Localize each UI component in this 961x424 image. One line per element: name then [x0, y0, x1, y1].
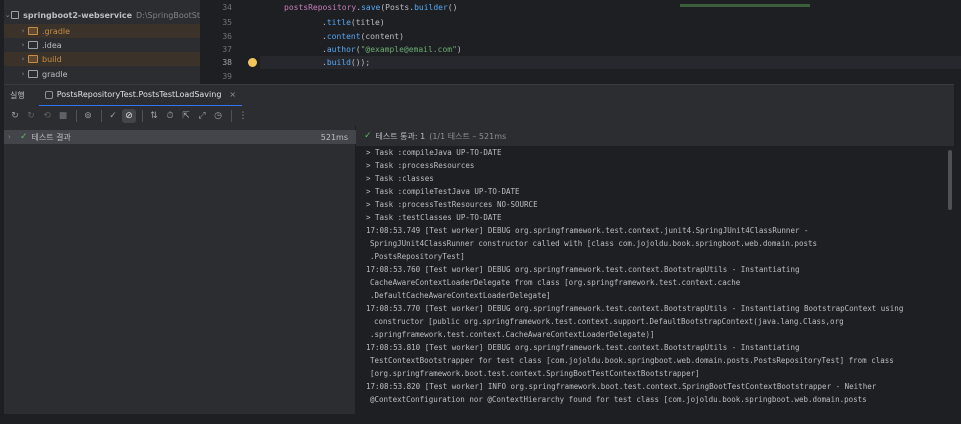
no-entry-icon[interactable]: ⊘: [122, 109, 136, 123]
sort-alpha-icon[interactable]: ⇅: [147, 109, 161, 123]
stop-icon[interactable]: ■: [56, 109, 70, 123]
run-title: 실행: [10, 91, 25, 100]
console-line: 17:08:53.749 [Test worker] DEBUG org.spr…: [366, 226, 809, 235]
line-number: 38: [222, 58, 232, 67]
history-icon[interactable]: ◷: [211, 109, 225, 123]
folder-icon: [11, 11, 20, 19]
console-line: > Task :compileJava UP-TO-DATE: [366, 148, 502, 157]
test-result-label: 테스트 결과: [31, 132, 71, 142]
console-line: constructor [public org.springframework.…: [374, 317, 844, 326]
lightbulb-icon[interactable]: [248, 58, 257, 67]
tree-item-gradle-cache[interactable]: › .gradle: [4, 24, 200, 38]
close-icon[interactable]: ×: [229, 90, 236, 99]
toolbar-divider: [101, 110, 102, 122]
tab-label: PostsRepositoryTest.PostsTestLoadSaving: [56, 90, 222, 99]
chevron-right-icon[interactable]: ›: [18, 27, 28, 35]
test-tree-panel: › ✓ 테스트 결과 521ms: [4, 126, 356, 414]
console-line: > Task :processResources: [366, 161, 475, 170]
toolbar-divider: [142, 110, 143, 122]
test-config-icon: [44, 90, 53, 99]
test-result-row[interactable]: › ✓ 테스트 결과 521ms: [4, 130, 356, 144]
expand-icon[interactable]: ⤢: [195, 109, 209, 123]
code-line: .author("@example@email.com"): [322, 45, 462, 54]
tree-item-label: .idea: [42, 40, 62, 50]
tree-view-icon[interactable]: ⊚: [81, 109, 95, 123]
check-icon: ✓: [20, 132, 28, 142]
console-line: > Task :testClasses UP-TO-DATE: [366, 213, 502, 222]
collapse-icon[interactable]: ⇱: [179, 109, 193, 123]
check-icon[interactable]: ✓: [106, 109, 120, 123]
tests-summary: (1/1 테스트 – 521ms: [429, 131, 507, 141]
console-line: 17:08:53.810 [Test worker] DEBUG org.spr…: [366, 343, 800, 352]
tree-item-label: .gradle: [42, 26, 71, 36]
toolbar-divider: [76, 110, 77, 122]
bottom-strip: [0, 414, 961, 424]
tests-passed-label: 테스트 통과: 1: [375, 131, 426, 141]
run-tool-window-header: 실행 PostsRepositoryTest.PostsTestLoadSavi…: [4, 84, 954, 107]
line-number: 37: [222, 45, 232, 54]
run-toolbar: ↻ ↻ ⟲ ■ ⊚ ✓ ⊘ ⇅ ⏱ ⇱ ⤢ ◷ ⋮: [4, 106, 954, 126]
console-line: .DefaultCacheAwareContextLoaderDelegate]: [370, 291, 551, 300]
ide-top-area: ⌄ springboot2-webservice D:\SpringBootSt…: [0, 0, 961, 84]
project-tree: ⌄ springboot2-webservice D:\SpringBootSt…: [4, 0, 200, 84]
console-line: SpringJUnit4ClassRunner constructor call…: [370, 239, 818, 248]
console-line: 17:08:53.770 [Test worker] DEBUG org.spr…: [366, 304, 904, 313]
code-editor[interactable]: 34 35 36 37 38 39 postsRepository.save(P…: [200, 0, 961, 84]
code-line: .content(content): [322, 32, 404, 41]
console-line: > Task :classes: [366, 174, 434, 183]
chevron-right-icon[interactable]: ›: [18, 41, 28, 49]
folder-icon: [28, 27, 38, 35]
editor-gutter: 34 35 36 37 38 39: [200, 0, 260, 84]
console-lines: > Task :compileJava UP-TO-DATE > Task :pr…: [366, 146, 954, 406]
console-output[interactable]: > Task :compileJava UP-TO-DATE > Task :pr…: [356, 146, 954, 414]
console-scrollbar[interactable]: [948, 150, 952, 210]
console-line: @ContextConfiguration nor @ContextHierar…: [370, 395, 867, 404]
project-root-label: springboot2-webservice: [23, 10, 132, 20]
console-line: 17:08:53.820 [Test worker] INFO org.spri…: [366, 382, 877, 391]
code-line: .title(title): [322, 18, 385, 27]
chevron-down-icon[interactable]: ⌄: [4, 11, 11, 19]
console-line: > Task :processTestResources NO-SOURCE: [366, 200, 538, 209]
folder-icon: [28, 70, 38, 78]
console-line: .springframework.test.context.CacheAware…: [370, 330, 655, 339]
line-number: 36: [222, 32, 232, 41]
tree-item-label: build: [42, 54, 62, 64]
line-number: 35: [222, 18, 232, 27]
console-status-bar: ✓ 테스트 통과: 1 (1/1 테스트 – 521ms: [356, 126, 954, 146]
tab-run-config[interactable]: PostsRepositoryTest.PostsTestLoadSaving …: [38, 85, 243, 107]
console-line: TestContextBootstrapper for test class […: [370, 356, 894, 365]
tree-item-idea[interactable]: › .idea: [4, 38, 200, 52]
console-line: [org.springframework.boot.test.context.S…: [370, 369, 700, 378]
toggle-auto-test-icon[interactable]: ⟲: [40, 109, 54, 123]
tree-item-gradle[interactable]: › gradle: [4, 67, 200, 81]
check-icon: ✓: [364, 131, 372, 141]
project-root-path: D:\SpringBootSt: [136, 10, 200, 20]
sort-duration-icon[interactable]: ⏱: [163, 109, 177, 123]
test-result-duration: 521ms: [320, 132, 348, 142]
folder-icon: [28, 55, 38, 63]
line-number: 34: [222, 3, 232, 12]
console-line: CacheAwareContextLoaderDelegate from cla…: [370, 278, 741, 287]
tree-item-label: gradle: [42, 69, 68, 79]
rerun-icon[interactable]: ↻: [8, 109, 22, 123]
console-line: > Task :compileTestJava UP-TO-DATE: [366, 187, 520, 196]
console-line: .PostsRepositoryTest]: [370, 252, 465, 261]
chevron-right-icon[interactable]: ›: [18, 70, 28, 78]
chevron-right-icon[interactable]: ›: [18, 55, 28, 63]
right-edge: [954, 84, 961, 414]
code-line-current: .build());: [260, 56, 961, 69]
tree-item-build[interactable]: › build: [4, 52, 200, 66]
line-number: 39: [222, 72, 232, 81]
code-line: postsRepository.save(Posts.builder(): [284, 3, 458, 12]
console-line: 17:08:53.760 [Test worker] DEBUG org.spr…: [366, 265, 800, 274]
chevron-right-icon[interactable]: ›: [8, 133, 16, 141]
editor-marker: [680, 4, 810, 7]
tree-item-root[interactable]: ⌄ springboot2-webservice D:\SpringBootSt: [4, 8, 200, 22]
more-icon[interactable]: ⋮: [236, 109, 250, 123]
toolbar-divider: [231, 110, 232, 122]
folder-icon: [28, 41, 38, 49]
rerun-failed-icon[interactable]: ↻: [24, 109, 38, 123]
